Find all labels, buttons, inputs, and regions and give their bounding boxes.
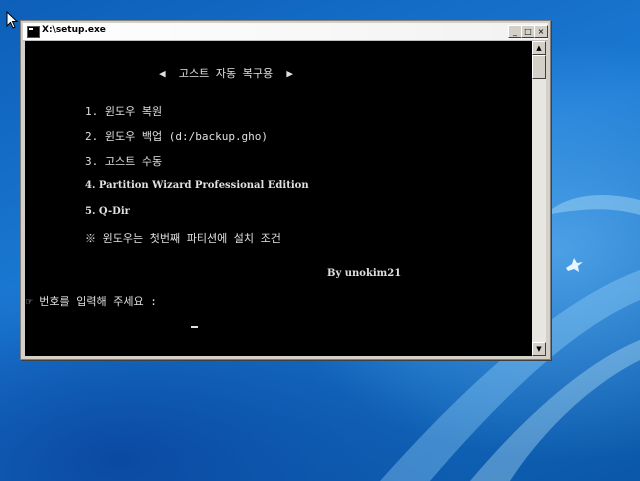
console-window: X:\setup.exe _ □ × ◀ 고스트 자동 복구용 ▶ 1. 윈도우… [20,20,551,360]
author-credit: By unokim21 [327,268,402,279]
menu-item-1: 1. 윈도우 복원 [85,105,163,118]
console-output[interactable]: ◀ 고스트 자동 복구용 ▶ 1. 윈도우 복원 2. 윈도우 백업 (d:/b… [25,41,532,356]
scroll-down-button[interactable]: ▼ [532,342,546,356]
menu-item-4: 4. Partition Wizard Professional Edition [85,180,309,191]
title-bar[interactable]: X:\setup.exe _ □ × [23,23,548,41]
menu-item-5: 5. Q-Dir [85,206,130,217]
minimize-button[interactable]: _ [508,25,522,38]
install-note: ※ 윈도우는 첫번째 파티션에 설치 조건 [85,232,281,245]
maximize-button[interactable]: □ [521,25,535,38]
window-title: X:\setup.exe [42,25,106,35]
bird-icon [566,258,583,272]
text-cursor [191,326,198,328]
console-app-icon [27,26,40,38]
scroll-up-button[interactable]: ▲ [532,41,546,55]
scroll-thumb[interactable] [532,55,546,79]
menu-item-3: 3. 고스트 수동 [85,155,163,168]
vertical-scrollbar[interactable]: ▲ ▼ [532,41,546,356]
console-header: ◀ 고스트 자동 복구용 ▶ [159,67,293,80]
input-prompt: ☞ 번호를 입력해 주세요 : [26,295,157,308]
menu-item-2: 2. 윈도우 백업 (d:/backup.gho) [85,130,269,143]
mouse-cursor-icon [6,11,18,29]
close-button[interactable]: × [534,25,548,38]
